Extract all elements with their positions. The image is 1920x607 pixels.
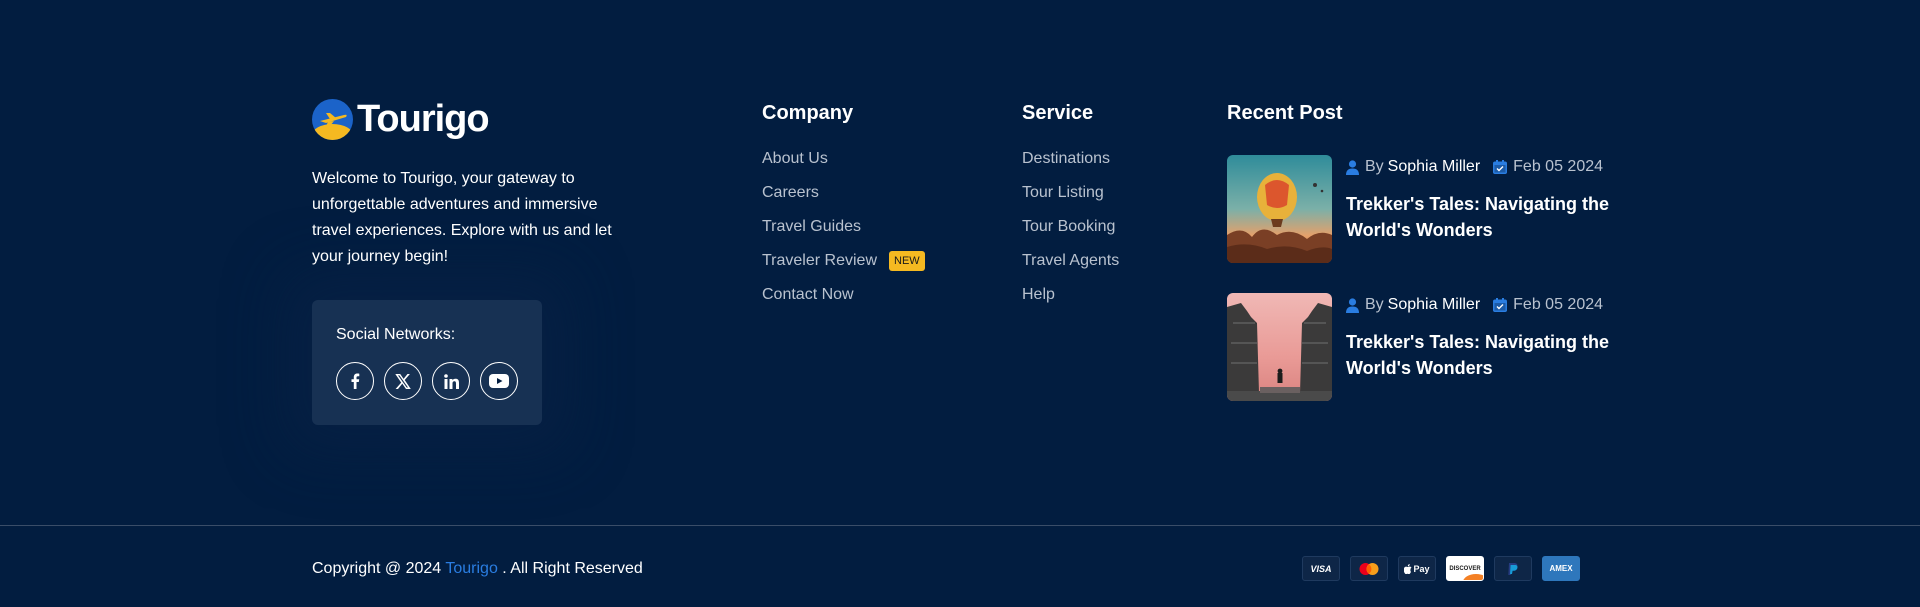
logo-icon: [312, 98, 353, 140]
company-title: Company: [762, 102, 854, 124]
footer-main: Tourigo Welcome to Tourigo, your gateway…: [0, 0, 1920, 525]
company-column: Company About Us Careers Travel Guides T…: [762, 101, 925, 319]
link-travel-agents[interactable]: Travel Agents: [1022, 251, 1119, 285]
footer-bottom-bar: Copyright @ 2024 Tourigo . All Right Res…: [0, 526, 1920, 607]
linkedin-icon[interactable]: [432, 362, 470, 400]
logo-text: Tourigo: [357, 97, 490, 140]
user-icon: [1346, 297, 1359, 313]
link-traveler-review[interactable]: Traveler Review: [762, 251, 877, 271]
service-title: Service: [1022, 102, 1094, 124]
copyright-prefix: Copyright @ 2024: [312, 560, 442, 577]
brand-column: Tourigo Welcome to Tourigo, your gateway…: [312, 98, 632, 425]
post-by-label: By: [1365, 296, 1384, 313]
post-meta: By Sophia Miller Feb 05 2024: [1346, 157, 1616, 177]
link-traveler-review-row: Traveler Review NEW: [762, 251, 925, 285]
social-networks-box: Social Networks:: [312, 300, 542, 425]
recent-posts: By Sophia Miller Feb 05 2024 Trekker's T…: [1227, 155, 1616, 401]
post-date: Feb 05 2024: [1513, 158, 1604, 175]
social-networks-label: Social Networks:: [336, 326, 456, 343]
social-icons: [336, 362, 518, 400]
link-tour-booking[interactable]: Tour Booking: [1022, 217, 1119, 251]
discover-icon: DISCOVER: [1446, 556, 1484, 581]
post-by-label: By: [1365, 158, 1384, 175]
post-info: By Sophia Miller Feb 05 2024 Trekker's T…: [1346, 293, 1616, 401]
new-badge: NEW: [889, 251, 925, 271]
calendar-icon: [1493, 298, 1508, 312]
visa-icon: VISA: [1302, 556, 1340, 581]
link-destinations[interactable]: Destinations: [1022, 149, 1119, 183]
service-links: Destinations Tour Listing Tour Booking T…: [1022, 149, 1119, 319]
payment-methods: VISA Pay DISCOVER AMEX: [1302, 556, 1580, 581]
mastercard-icon: [1350, 556, 1388, 581]
post-author[interactable]: Sophia Miller: [1388, 296, 1480, 314]
post-thumbnail-balloon[interactable]: [1227, 155, 1332, 263]
recent-post-column: Recent Post By Sophia Miller Feb 05 2024…: [1227, 101, 1616, 431]
post-card: By Sophia Miller Feb 05 2024 Trekker's T…: [1227, 155, 1616, 263]
copyright: Copyright @ 2024 Tourigo . All Right Res…: [312, 560, 643, 578]
post-title[interactable]: Trekker's Tales: Navigating the World's …: [1346, 329, 1616, 381]
amex-icon: AMEX: [1542, 556, 1580, 581]
company-links: About Us Careers Travel Guides Traveler …: [762, 149, 925, 319]
service-column: Service Destinations Tour Listing Tour B…: [1022, 101, 1119, 319]
brand-description: Welcome to Tourigo, your gateway to unfo…: [312, 170, 612, 265]
apple-pay-icon: Pay: [1398, 556, 1436, 581]
facebook-icon[interactable]: [336, 362, 374, 400]
post-author[interactable]: Sophia Miller: [1388, 158, 1480, 176]
link-contact-now[interactable]: Contact Now: [762, 285, 925, 319]
link-careers[interactable]: Careers: [762, 183, 925, 217]
user-icon: [1346, 159, 1359, 175]
paypal-icon: [1494, 556, 1532, 581]
youtube-icon[interactable]: [480, 362, 518, 400]
calendar-icon: [1493, 160, 1508, 174]
post-date: Feb 05 2024: [1513, 296, 1604, 313]
post-info: By Sophia Miller Feb 05 2024 Trekker's T…: [1346, 155, 1616, 263]
post-card: By Sophia Miller Feb 05 2024 Trekker's T…: [1227, 293, 1616, 401]
post-thumbnail-temple[interactable]: [1227, 293, 1332, 401]
link-travel-guides[interactable]: Travel Guides: [762, 217, 925, 251]
copyright-suffix: . All Right Reserved: [502, 560, 643, 577]
post-meta: By Sophia Miller Feb 05 2024: [1346, 295, 1616, 315]
logo[interactable]: Tourigo: [312, 98, 632, 140]
link-help[interactable]: Help: [1022, 285, 1119, 319]
post-title[interactable]: Trekker's Tales: Navigating the World's …: [1346, 191, 1616, 243]
copyright-brand-link[interactable]: Tourigo: [445, 560, 497, 577]
link-tour-listing[interactable]: Tour Listing: [1022, 183, 1119, 217]
link-about-us[interactable]: About Us: [762, 149, 925, 183]
recent-post-title: Recent Post: [1227, 102, 1343, 124]
x-icon[interactable]: [384, 362, 422, 400]
